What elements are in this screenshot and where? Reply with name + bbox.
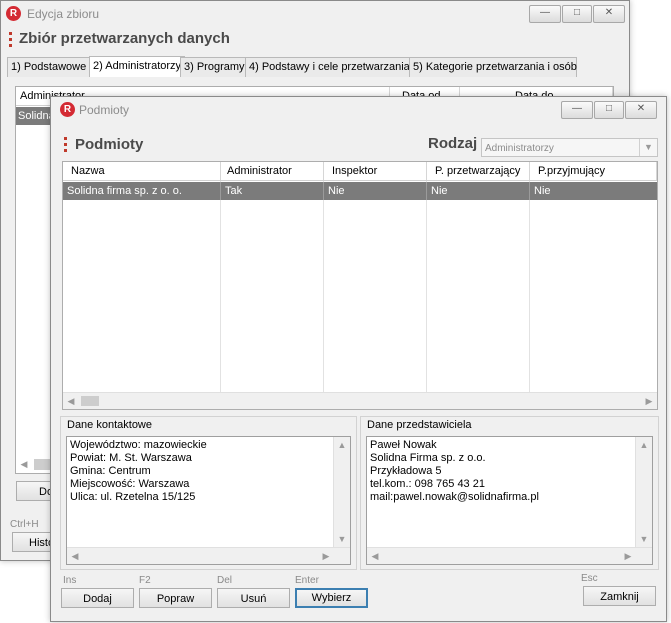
tab-podstawowe[interactable]: 1) Podstawowe <box>7 57 95 77</box>
popraw-button-label: Popraw <box>156 593 195 605</box>
cell-p-przyjmujacy: Nie <box>534 185 551 197</box>
maximize-icon[interactable]: □ <box>594 101 624 119</box>
tab-kategorie[interactable]: 5) Kategorie przetwarzania i osób <box>409 57 577 77</box>
zamknij-button-label: Zamknij <box>600 591 639 603</box>
tab-programy[interactable]: 3) Programy <box>180 57 249 77</box>
horizontal-scrollbar[interactable]: ◀ ▶ <box>67 547 350 564</box>
vertical-scrollbar[interactable]: ▲ ▼ <box>635 437 652 547</box>
scroll-up-icon[interactable]: ▲ <box>636 437 652 453</box>
dodaj-button-label: Dodaj <box>83 593 112 605</box>
column-divider <box>323 181 324 392</box>
representative-groupbox-title: Dane przedstawiciela <box>367 419 472 431</box>
representative-line: Solidna Firma sp. z o.o. <box>370 452 486 464</box>
history-shortcut-hint: Ctrl+H <box>10 519 39 530</box>
close-icon[interactable]: ✕ <box>625 101 657 119</box>
scroll-down-icon[interactable]: ▼ <box>334 531 350 547</box>
representative-groupbox: Dane przedstawiciela Paweł Nowak Solidna… <box>360 416 659 570</box>
table-row[interactable]: Solidna firma sp. z o. o. Tak Nie Nie Ni… <box>63 182 657 200</box>
podmioty-dialog: R Podmioty — □ ✕ Podmioty Rodzaj Adminis… <box>50 96 667 622</box>
grid-header: Nazwa Administrator Inspektor P. przetwa… <box>63 162 657 181</box>
heading-marker-icon <box>64 137 67 153</box>
contact-line: Miejscowość: Warszawa <box>70 478 190 490</box>
scrollbar-thumb[interactable] <box>81 396 99 406</box>
scroll-up-icon[interactable]: ▲ <box>334 437 350 453</box>
rodzaj-label: Rodzaj <box>428 135 478 152</box>
rodzaj-select[interactable]: Administratorzy ▼ <box>481 138 658 157</box>
contact-groupbox-title: Dane kontaktowe <box>67 419 152 431</box>
usun-button[interactable]: Usuń <box>217 588 290 608</box>
horizontal-scrollbar[interactable]: ◀ ▶ <box>63 392 657 409</box>
popraw-shortcut: F2 <box>139 575 151 586</box>
contact-line: Gmina: Centrum <box>70 465 151 477</box>
cell-nazwa: Solidna firma sp. z o. o. <box>63 182 221 200</box>
scroll-left-icon[interactable]: ◀ <box>67 548 83 564</box>
dialog-title-bar[interactable]: R Podmioty — □ ✕ <box>51 97 666 123</box>
scroll-right-icon[interactable]: ▶ <box>620 548 636 564</box>
minimize-icon[interactable]: — <box>561 101 593 119</box>
column-header-p-przetwarzajacy[interactable]: P. przetwarzający <box>427 162 530 180</box>
column-header-administrator[interactable]: Administrator <box>221 162 324 180</box>
close-icon[interactable]: ✕ <box>593 5 625 23</box>
cell-administrator: Tak <box>221 182 324 200</box>
dodaj-shortcut: Ins <box>63 575 77 586</box>
column-header-nazwa[interactable]: Nazwa <box>63 162 221 180</box>
tab-podstawy[interactable]: 4) Podstawy i cele przetwarzania <box>245 57 413 77</box>
representative-text: Paweł Nowak Solidna Firma sp. z o.o. Prz… <box>370 439 539 504</box>
wybierz-button[interactable]: Wybierz <box>295 588 368 608</box>
wybierz-button-label: Wybierz <box>311 592 352 604</box>
vertical-scrollbar[interactable]: ▲ ▼ <box>333 437 350 547</box>
representative-line: Paweł Nowak <box>370 439 437 451</box>
contact-line: Województwo: mazowieckie <box>70 439 207 451</box>
tab-administratorzy[interactable]: 2) Administratorzy <box>89 56 185 77</box>
column-header-p-przyjmujacy[interactable]: P.przyjmujący <box>530 162 657 180</box>
maximize-icon[interactable]: □ <box>562 5 592 23</box>
scroll-down-icon[interactable]: ▼ <box>636 531 652 547</box>
column-divider <box>529 181 530 392</box>
contact-textarea[interactable]: Województwo: mazowieckie Powiat: M. St. … <box>66 436 351 565</box>
column-header-inspektor[interactable]: Inspektor <box>324 162 427 180</box>
chevron-down-icon[interactable]: ▼ <box>639 139 657 156</box>
contact-groupbox: Dane kontaktowe Województwo: mazowieckie… <box>60 416 357 570</box>
scroll-left-icon[interactable]: ◀ <box>367 548 383 564</box>
page-title: Zbiór przetwarzanych danych <box>19 30 230 47</box>
zamknij-button[interactable]: Zamknij <box>583 586 656 606</box>
dodaj-button[interactable]: Dodaj <box>61 588 134 608</box>
representative-line: Przykładowa 5 <box>370 465 442 477</box>
usun-shortcut: Del <box>217 575 233 586</box>
cell-inspektor: Nie <box>324 182 427 200</box>
cell-p-przetwarzajacy: Nie <box>427 182 530 200</box>
minimize-icon[interactable]: — <box>529 5 561 23</box>
rodzaj-select-value: Administratorzy <box>485 143 554 154</box>
wybierz-shortcut: Enter <box>295 575 319 586</box>
dialog-heading: Podmioty <box>75 136 144 153</box>
horizontal-scrollbar[interactable]: ◀ ▶ <box>367 547 652 564</box>
dialog-window-title: Podmioty <box>79 103 130 117</box>
representative-textarea[interactable]: Paweł Nowak Solidna Firma sp. z o.o. Prz… <box>366 436 653 565</box>
contact-line: Ulica: ul. Rzetelna 15/125 <box>70 491 196 503</box>
usun-button-label: Usuń <box>240 593 267 605</box>
scroll-right-icon[interactable]: ▶ <box>318 548 334 564</box>
heading-marker-icon <box>9 32 12 48</box>
contact-text: Województwo: mazowieckie Powiat: M. St. … <box>70 439 207 504</box>
app-logo-icon: R <box>6 6 21 21</box>
column-divider <box>220 181 221 392</box>
column-divider <box>426 181 427 392</box>
representative-line: mail:pawel.nowak@solidnafirma.pl <box>370 491 539 503</box>
app-logo-icon: R <box>60 102 75 117</box>
representative-line: tel.kom.: 098 765 43 21 <box>370 478 485 490</box>
scroll-right-icon[interactable]: ▶ <box>641 393 657 409</box>
window-title: Edycja zbioru <box>27 7 100 21</box>
podmioty-grid[interactable]: Nazwa Administrator Inspektor P. przetwa… <box>62 161 658 410</box>
scroll-left-icon[interactable]: ◀ <box>63 393 79 409</box>
zamknij-shortcut: Esc <box>581 573 598 584</box>
title-bar[interactable]: R Edycja zbioru — □ ✕ <box>1 1 629 27</box>
contact-line: Powiat: M. St. Warszawa <box>70 452 192 464</box>
popraw-button[interactable]: Popraw <box>139 588 212 608</box>
scroll-left-icon[interactable]: ◀ <box>16 456 32 472</box>
